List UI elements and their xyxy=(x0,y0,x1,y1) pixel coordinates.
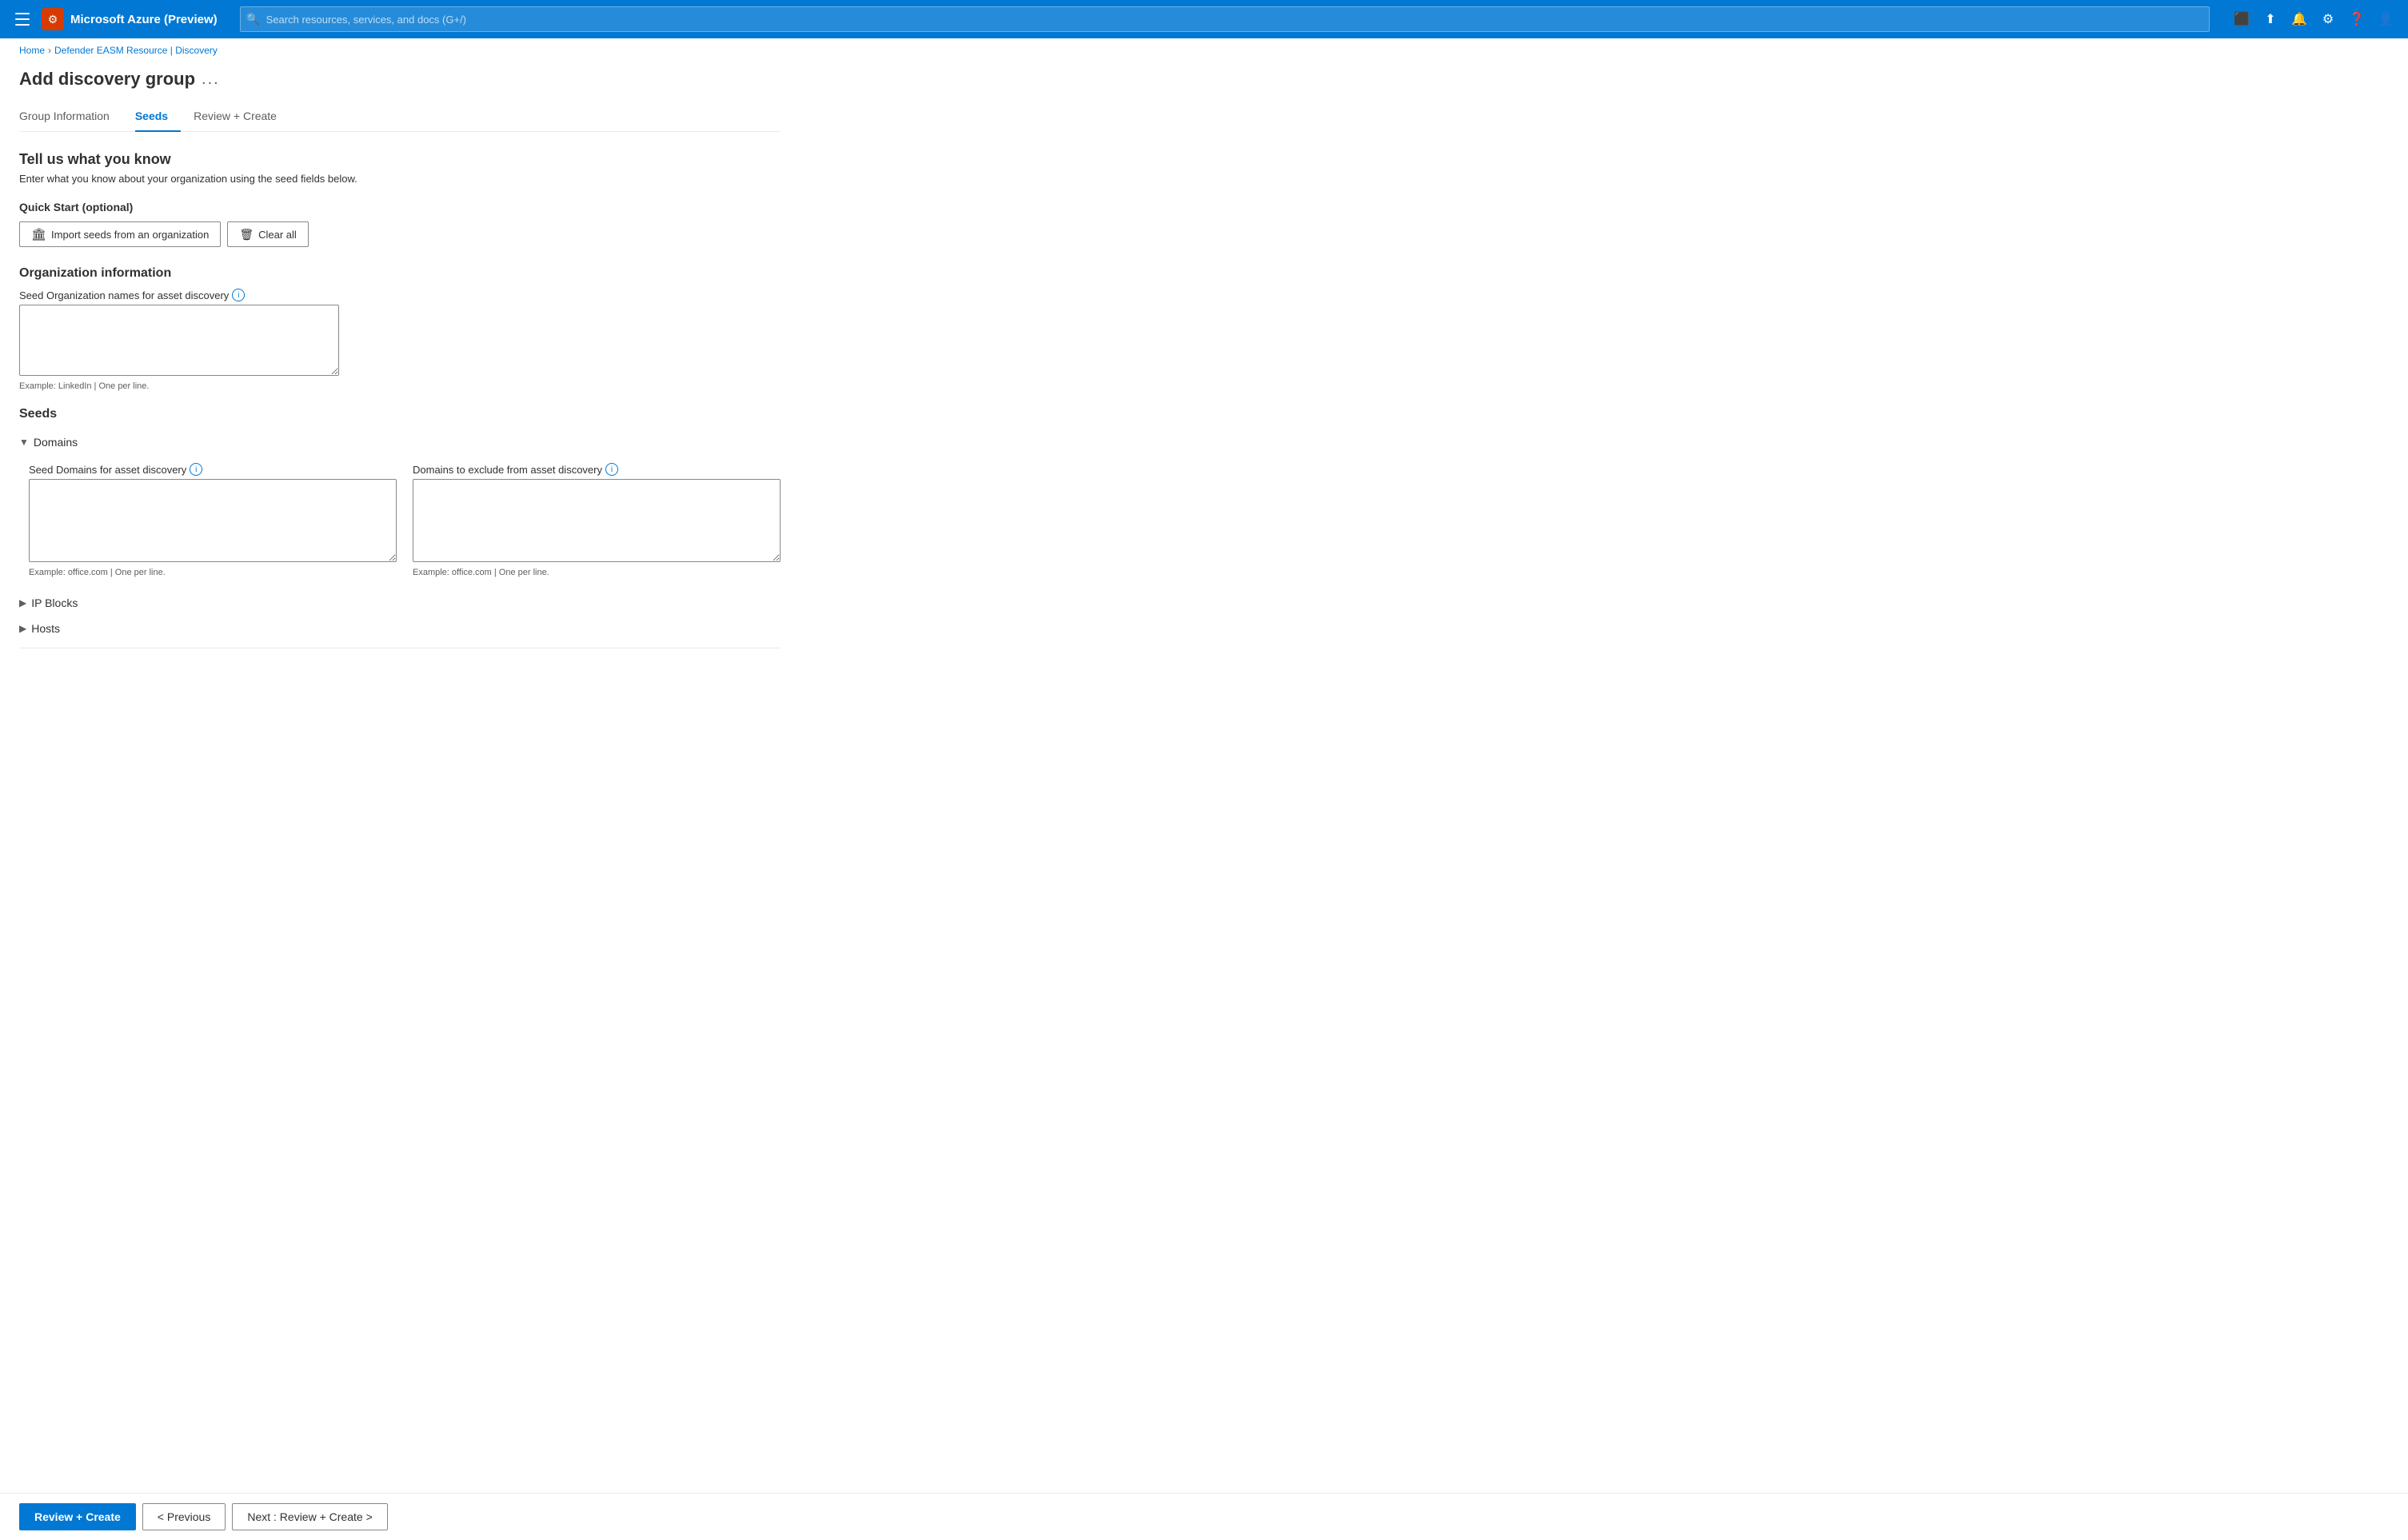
hamburger-menu[interactable] xyxy=(10,6,35,32)
domains-grid: Seed Domains for asset discovery i Examp… xyxy=(19,453,781,590)
search-bar: 🔍 xyxy=(240,6,2210,32)
org-name-example: Example: LinkedIn | One per line. xyxy=(19,381,781,391)
org-info-title: Organization information xyxy=(19,266,781,281)
exclude-domains-textarea[interactable] xyxy=(413,479,781,562)
help-icon[interactable]: ❓ xyxy=(2344,6,2370,32)
quick-start-buttons: 🏛 Import seeds from an organization 🗑 Cl… xyxy=(19,221,781,247)
org-name-label: Seed Organization names for asset discov… xyxy=(19,289,781,301)
exclude-domains-example: Example: office.com | One per line. xyxy=(413,568,781,577)
seed-domains-textarea[interactable] xyxy=(29,479,397,562)
clear-all-label: Clear all xyxy=(258,229,297,241)
domains-collapsible-header[interactable]: Domains xyxy=(19,431,781,453)
nav-bar: ⚙ Microsoft Azure (Preview) 🔍 ⬛ ⬆ 🔔 ⚙ ❓ … xyxy=(0,0,2408,38)
tab-group-information[interactable]: Group Information xyxy=(19,103,122,132)
page-title: Add discovery group xyxy=(19,69,195,90)
import-icon: 🏛 xyxy=(31,227,46,241)
domains-label: Domains xyxy=(34,436,78,449)
azure-icon: ⚙ xyxy=(42,8,64,30)
hosts-label: Hosts xyxy=(31,622,60,635)
org-name-info-icon[interactable]: i xyxy=(232,289,245,301)
review-create-button[interactable]: Review + Create xyxy=(19,1503,136,1530)
trash-icon: 🗑 xyxy=(239,228,254,241)
page-more-button[interactable]: ... xyxy=(202,71,220,87)
search-icon: 🔍 xyxy=(246,13,260,26)
tab-seeds[interactable]: Seeds xyxy=(135,103,181,132)
search-input[interactable] xyxy=(240,6,2210,32)
nav-title: Microsoft Azure (Preview) xyxy=(70,13,218,26)
seeds-section-title: Seeds xyxy=(19,407,781,421)
ip-blocks-label: IP Blocks xyxy=(31,596,78,609)
breadcrumb-defender[interactable]: Defender EASM Resource | Discovery xyxy=(54,45,218,56)
breadcrumb-home[interactable]: Home xyxy=(19,45,45,56)
tab-review-create[interactable]: Review + Create xyxy=(194,103,290,132)
breadcrumb-sep-1: › xyxy=(48,45,51,56)
settings-icon[interactable]: ⚙ xyxy=(2315,6,2341,32)
seed-domains-col: Seed Domains for asset discovery i Examp… xyxy=(29,463,397,577)
seed-domains-example: Example: office.com | One per line. xyxy=(29,568,397,577)
tell-us-heading: Tell us what you know xyxy=(19,151,781,168)
breadcrumb: Home › Defender EASM Resource | Discover… xyxy=(0,38,2408,62)
upload-icon[interactable]: ⬆ xyxy=(2258,6,2283,32)
org-name-textarea[interactable] xyxy=(19,305,339,376)
ip-blocks-collapsible-header[interactable]: IP Blocks xyxy=(19,590,781,616)
seed-domains-info-icon[interactable]: i xyxy=(190,463,202,476)
exclude-domains-info-icon[interactable]: i xyxy=(605,463,618,476)
user-icon[interactable]: 👤 xyxy=(2373,6,2398,32)
previous-button[interactable]: < Previous xyxy=(142,1503,226,1530)
hosts-chevron-icon xyxy=(19,623,26,634)
next-button[interactable]: Next : Review + Create > xyxy=(232,1503,387,1530)
exclude-domains-col: Domains to exclude from asset discovery … xyxy=(413,463,781,577)
page-container: Add discovery group ... Group Informatio… xyxy=(0,62,800,719)
terminal-icon[interactable]: ⬛ xyxy=(2229,6,2254,32)
clear-all-button[interactable]: 🗑 Clear all xyxy=(227,221,308,247)
import-seeds-label: Import seeds from an organization xyxy=(51,229,209,241)
org-info-section: Organization information Seed Organizati… xyxy=(19,266,781,391)
footer-bar: Review + Create < Previous Next : Review… xyxy=(0,1493,2408,1540)
exclude-domains-label: Domains to exclude from asset discovery … xyxy=(413,463,781,476)
bell-icon[interactable]: 🔔 xyxy=(2286,6,2312,32)
ip-blocks-chevron-icon xyxy=(19,597,26,608)
hosts-collapsible-header[interactable]: Hosts xyxy=(19,616,781,641)
wizard-tabs: Group Information Seeds Review + Create xyxy=(19,102,781,132)
page-header: Add discovery group ... xyxy=(19,62,781,102)
import-seeds-button[interactable]: 🏛 Import seeds from an organization xyxy=(19,221,221,247)
domains-chevron-icon xyxy=(19,437,29,448)
tell-us-desc: Enter what you know about your organizat… xyxy=(19,173,781,185)
seed-domains-label: Seed Domains for asset discovery i xyxy=(29,463,397,476)
quick-start-label: Quick Start (optional) xyxy=(19,201,781,213)
nav-actions: ⬛ ⬆ 🔔 ⚙ ❓ 👤 xyxy=(2229,6,2398,32)
